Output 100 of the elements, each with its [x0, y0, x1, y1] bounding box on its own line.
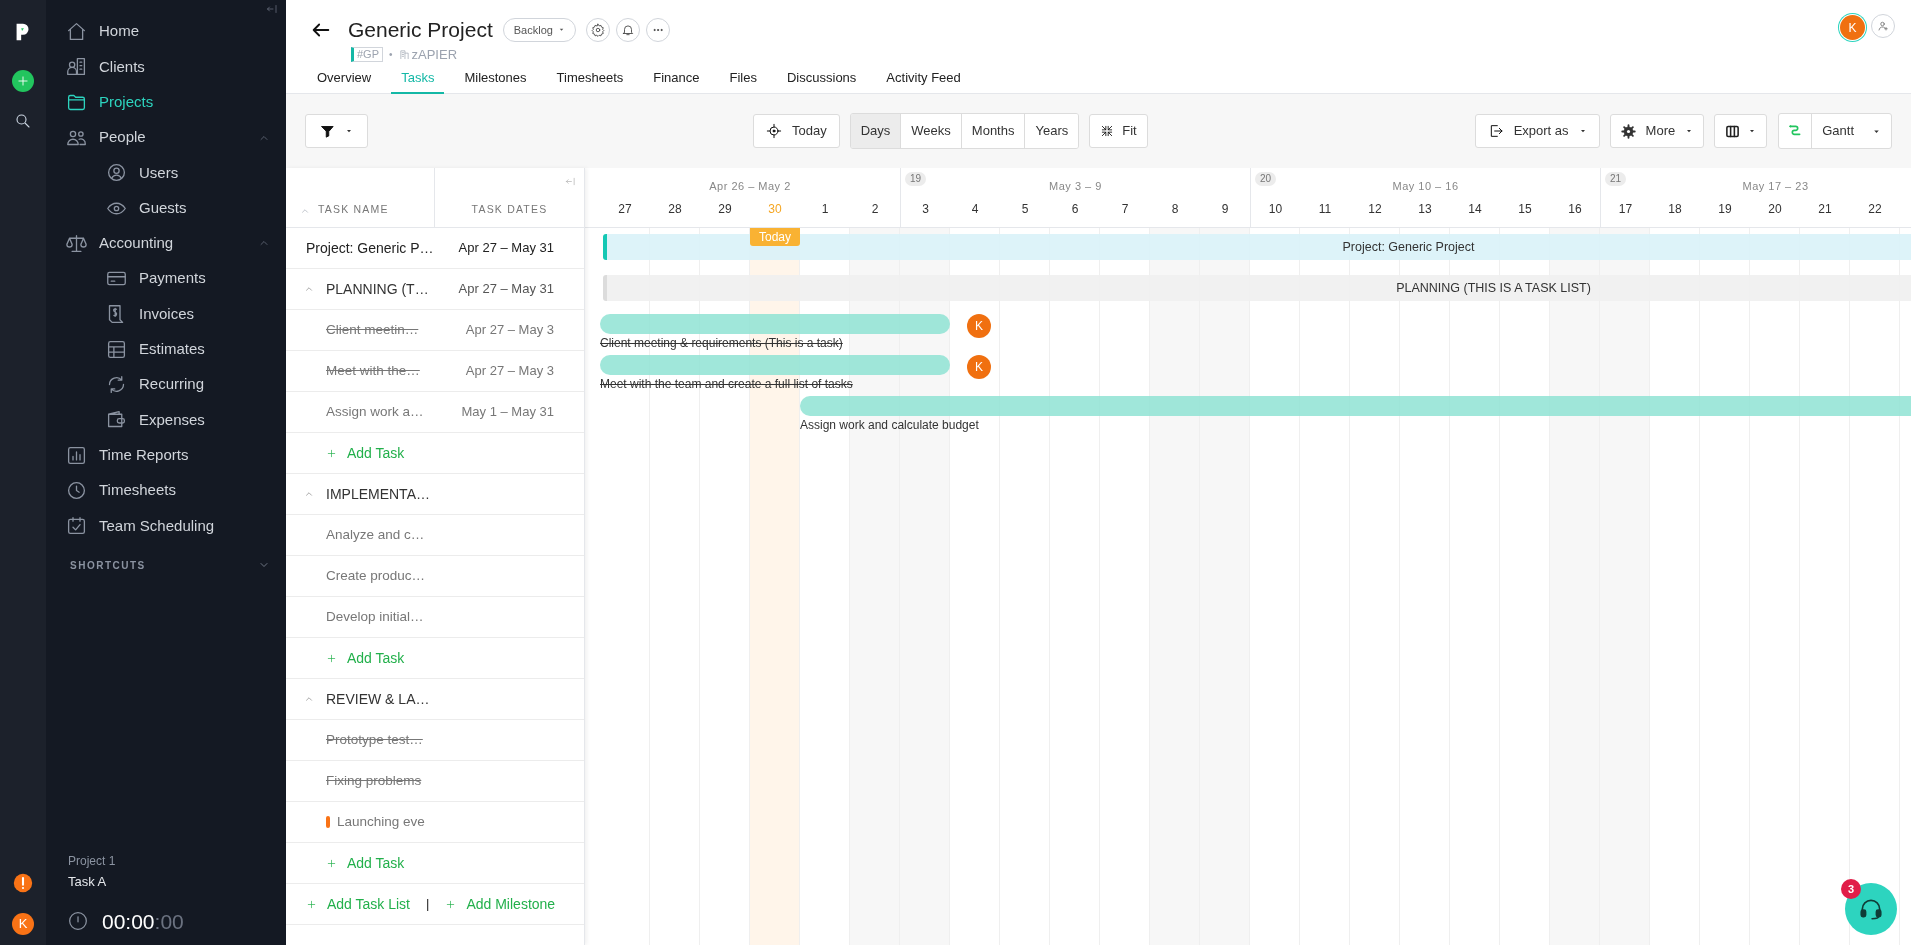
nav-item[interactable]: Users: [46, 155, 286, 191]
plus-icon: [326, 857, 337, 869]
sort-icon: [300, 206, 310, 216]
refresh-icon: [106, 374, 127, 396]
task-dates: May 1 – May 31: [460, 403, 555, 422]
plus-icon: [326, 652, 337, 664]
tab[interactable]: Discussions: [777, 64, 867, 94]
day-label: 5: [1021, 201, 1029, 218]
day-label: 29: [718, 201, 732, 218]
day-label: 9: [1221, 201, 1229, 218]
chevron-icon[interactable]: [304, 694, 314, 704]
nav-item[interactable]: Estimates: [46, 331, 286, 367]
timer-icon[interactable]: [68, 911, 88, 932]
week-range: May 3 – 9: [1049, 178, 1102, 194]
plus-icon: [326, 447, 337, 459]
shortcuts-header[interactable]: SHORTCUTS: [46, 555, 286, 576]
project-name: Project 1: [68, 853, 116, 870]
nav-item[interactable]: Payments: [46, 261, 286, 297]
collapse-icon[interactable]: [266, 3, 278, 15]
task-list-name[interactable]: REVIEW & LA…: [326, 688, 430, 710]
target-icon: [766, 123, 782, 139]
day-label: 4: [971, 201, 979, 218]
day-label: 13: [1418, 201, 1432, 218]
task-name[interactable]: Assign work a…: [326, 401, 424, 423]
add-button[interactable]: [12, 70, 34, 92]
today-marker: Today: [750, 228, 800, 246]
nav-item[interactable]: Timesheets: [46, 472, 286, 509]
caret-icon: [345, 127, 353, 135]
week-number-badge: 21: [1605, 172, 1627, 186]
day-label: 14: [1468, 201, 1482, 218]
columns-button[interactable]: [1714, 114, 1768, 148]
search-icon[interactable]: [14, 112, 32, 130]
scale-tab[interactable]: Months: [960, 114, 1025, 148]
column-header[interactable]: TASK NAME: [318, 202, 389, 218]
nav-item[interactable]: Guests: [46, 190, 286, 226]
task-list-name[interactable]: PLANNING (T…: [326, 278, 429, 300]
nav-item[interactable]: Accounting: [46, 225, 286, 262]
column-header[interactable]: TASK DATES: [471, 202, 548, 218]
nav-item[interactable]: Recurring: [46, 366, 286, 403]
bar-label: Assign work and calculate budget: [800, 417, 979, 434]
task-name[interactable]: Prototype test…: [326, 729, 423, 751]
scale-tab[interactable]: Weeks: [900, 114, 961, 148]
tab[interactable]: Activity Feed: [876, 64, 971, 94]
building-icon: [66, 56, 87, 78]
task-name[interactable]: Analyze and c…: [326, 524, 425, 546]
separator-dot: •: [389, 47, 393, 62]
export-button[interactable]: Export as: [1474, 114, 1600, 148]
filter-button[interactable]: [305, 114, 368, 148]
task-name[interactable]: Meet with the…: [326, 360, 420, 382]
table-icon: [106, 338, 127, 360]
week-range: May 10 – 16: [1392, 178, 1459, 194]
chevron-icon[interactable]: [304, 489, 314, 499]
more-button[interactable]: More: [1609, 114, 1705, 148]
nav-item[interactable]: Clients: [46, 49, 286, 85]
project-row-name[interactable]: Project: Generic P…: [286, 237, 435, 259]
task-name[interactable]: Fixing problems: [326, 770, 422, 792]
tab[interactable]: Files: [719, 64, 767, 94]
task-dates: Apr 27 – May 3: [464, 321, 555, 340]
week-range: May 17 – 23: [1742, 178, 1809, 194]
day-label: 3: [922, 201, 929, 218]
alert-icon[interactable]: [13, 873, 33, 893]
scale-tab[interactable]: Years: [1024, 114, 1079, 148]
scale-tab[interactable]: Days: [850, 114, 901, 148]
today-button[interactable]: Today: [753, 114, 840, 148]
caret-icon: [1748, 127, 1757, 135]
chart-icon: [66, 444, 87, 466]
nav-item[interactable]: Home: [46, 14, 286, 50]
tab[interactable]: Finance: [643, 64, 710, 94]
scale-icon: [66, 232, 87, 254]
chevron-icon[interactable]: [304, 284, 314, 294]
nav-item[interactable]: Invoices: [46, 296, 286, 332]
task-name[interactable]: Launching eve: [337, 811, 425, 833]
tab[interactable]: Milestones: [454, 64, 537, 94]
bar-label: Project: Generic Project: [1342, 238, 1475, 256]
bell-icon: [620, 22, 635, 37]
week-range: Apr 26 – May 2: [709, 178, 791, 194]
task-list-name[interactable]: IMPLEMENTA…: [326, 483, 430, 505]
settings-icon: [590, 22, 605, 37]
calendar-icon: [66, 515, 87, 537]
task-name[interactable]: Client meetin…: [326, 319, 419, 341]
caret-icon: [1578, 127, 1587, 135]
nav-item[interactable]: Time Reports: [46, 437, 286, 473]
nav-item[interactable]: Projects: [46, 84, 286, 120]
project-title: Generic Project: [348, 17, 493, 43]
nav-item[interactable]: Team Scheduling: [46, 508, 286, 544]
project-code-tag: #GP: [351, 46, 383, 62]
timer-display: 00:00:00: [102, 908, 184, 935]
task-name[interactable]: Create produc…: [326, 565, 426, 587]
day-label: 16: [1568, 201, 1582, 218]
task-name[interactable]: Develop initial…: [326, 606, 424, 628]
tab[interactable]: Timesheets: [546, 64, 634, 94]
user-plus-icon: [1877, 20, 1889, 32]
gear-icon: [1620, 123, 1636, 139]
collapse-icon[interactable]: [565, 176, 576, 187]
day-label: 18: [1668, 201, 1682, 218]
nav-item[interactable]: People: [46, 119, 286, 156]
tab[interactable]: Overview: [307, 64, 382, 94]
nav-item[interactable]: Expenses: [46, 402, 286, 438]
task-list-bar[interactable]: PLANNING (THIS IS A TASK LIST): [603, 275, 1911, 301]
fit-button[interactable]: Fit: [1089, 114, 1148, 148]
